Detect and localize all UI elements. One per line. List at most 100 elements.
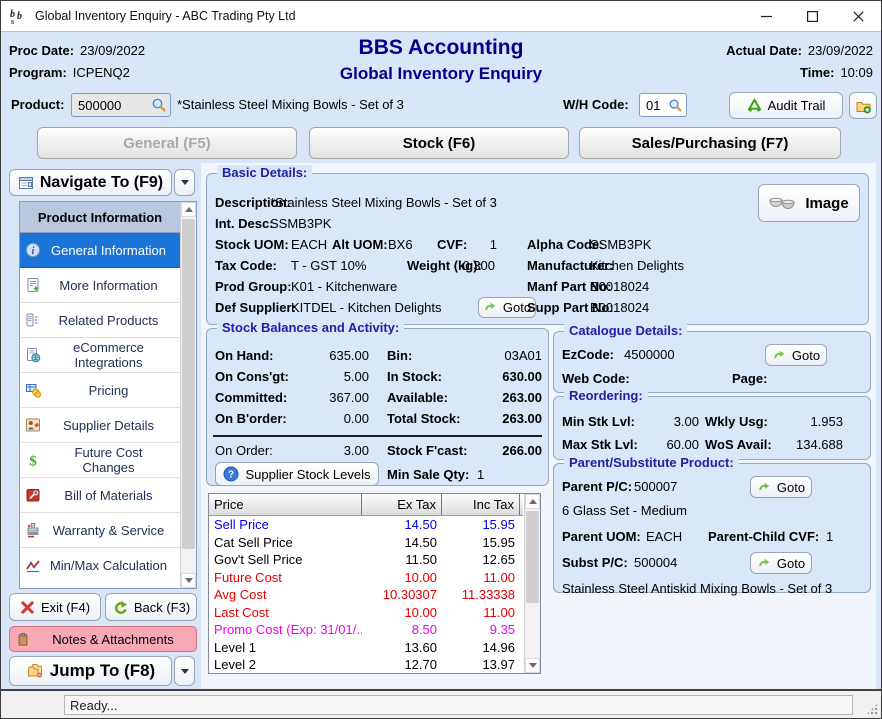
supplier-stock-levels-button[interactable]: ? Supplier Stock Levels bbox=[215, 462, 379, 486]
price-row[interactable]: Level 113.6014.96 bbox=[209, 639, 523, 657]
stamp-icon bbox=[25, 522, 41, 538]
sidebar-item-bill-of-materials[interactable]: Bill of Materials bbox=[20, 478, 180, 513]
sidebar-item-ecommerce-integrations[interactable]: eCommerce Integrations bbox=[20, 338, 180, 373]
price-table-scrollbar[interactable] bbox=[524, 494, 540, 673]
document-plus-icon bbox=[25, 277, 41, 293]
price-row[interactable]: Level 212.7013.97 bbox=[209, 656, 523, 674]
price-row[interactable]: Last Cost10.0011.00 bbox=[209, 604, 523, 622]
title-bar: b b s Global Inventory Enquiry - ABC Tra… bbox=[1, 1, 881, 32]
close-button[interactable] bbox=[835, 1, 881, 31]
nav-list-scrollbar[interactable] bbox=[180, 202, 196, 588]
sidebar-item-related-products[interactable]: Related Products bbox=[20, 303, 180, 338]
parent-uom-value: EACH bbox=[646, 529, 682, 544]
price-row[interactable]: Level 311.8012.98 bbox=[209, 674, 523, 675]
folders-icon bbox=[26, 663, 44, 679]
svg-text:?: ? bbox=[228, 470, 234, 481]
sidebar-item-pricing[interactable]: Pricing bbox=[20, 373, 180, 408]
price-row[interactable]: Promo Cost (Exp: 31/01/...8.509.35 bbox=[209, 621, 523, 639]
sidebar-item-min-max-calculation[interactable]: Min/Max Calculation bbox=[20, 548, 180, 583]
prod-group-label: Prod Group: bbox=[215, 279, 292, 294]
price-row-label: Promo Cost (Exp: 31/01/... bbox=[209, 622, 362, 637]
price-row[interactable]: Cat Sell Price14.5015.95 bbox=[209, 534, 523, 552]
back-button[interactable]: Back (F3) bbox=[105, 593, 197, 621]
exit-button[interactable]: Exit (F4) bbox=[9, 593, 101, 621]
product-description: *Stainless Steel Mixing Bowls - Set of 3 bbox=[177, 97, 404, 112]
scroll-up-icon[interactable] bbox=[181, 202, 196, 217]
scroll-down-icon[interactable] bbox=[181, 573, 196, 588]
parent-uom-label: Parent UOM: bbox=[562, 529, 641, 544]
navigate-dropdown-button[interactable] bbox=[174, 169, 195, 196]
tab-sales-label: Sales/Purchasing (F7) bbox=[632, 135, 789, 152]
notes-attachments-button[interactable]: Notes & Attachments bbox=[9, 626, 197, 652]
tab-general[interactable]: General (F5) bbox=[37, 127, 297, 159]
sidebar-item-label: Bill of Materials bbox=[47, 488, 180, 503]
wh-code-input[interactable]: 01 bbox=[639, 93, 687, 117]
price-row-label: Cat Sell Price bbox=[209, 535, 362, 550]
actual-date-label: Actual Date: bbox=[726, 43, 802, 58]
web-code-label: Web Code: bbox=[562, 371, 630, 386]
search-icon[interactable] bbox=[151, 97, 167, 113]
image-button[interactable]: Image bbox=[758, 184, 860, 222]
sidebar-item-future-cost-changes[interactable]: $ Future Cost Changes bbox=[20, 443, 180, 478]
col-price[interactable]: Price bbox=[209, 494, 362, 515]
jump-to-button[interactable]: Jump To (F8) bbox=[9, 656, 172, 686]
related-list-icon bbox=[25, 312, 41, 328]
image-label: Image bbox=[805, 195, 848, 212]
max-stk-value: 60.00 bbox=[640, 437, 699, 452]
goto-parent-button[interactable]: Goto bbox=[750, 476, 812, 498]
svg-text:s: s bbox=[11, 17, 14, 25]
back-label: Back (F3) bbox=[134, 600, 190, 615]
goto-substitute-button[interactable]: Goto bbox=[750, 552, 812, 574]
scroll-down-icon[interactable] bbox=[525, 658, 540, 673]
goto-catalogue-button[interactable]: Goto bbox=[765, 344, 827, 366]
new-folder-button[interactable] bbox=[849, 92, 877, 119]
tab-sales-purchasing[interactable]: Sales/Purchasing (F7) bbox=[579, 127, 841, 159]
price-row[interactable]: Future Cost10.0011.00 bbox=[209, 569, 523, 587]
ezcode-label: EzCode: bbox=[562, 347, 614, 362]
in-stock-label: In Stock: bbox=[387, 369, 442, 384]
sidebar-item-general-information[interactable]: i General Information bbox=[20, 233, 180, 268]
bin-label: Bin: bbox=[387, 348, 412, 363]
price-row[interactable]: Gov't Sell Price11.5012.65 bbox=[209, 551, 523, 569]
price-row-label: Avg Cost bbox=[209, 587, 362, 602]
sidebar-item-more-information[interactable]: More Information bbox=[20, 268, 180, 303]
price-row[interactable]: Avg Cost10.3030711.33338 bbox=[209, 586, 523, 604]
scroll-up-icon[interactable] bbox=[525, 494, 540, 509]
col-ex-tax[interactable]: Ex Tax bbox=[362, 494, 442, 515]
col-inc-tax[interactable]: Inc Tax bbox=[442, 494, 520, 515]
audit-trail-button[interactable]: Audit Trail bbox=[729, 92, 843, 119]
minimize-icon bbox=[761, 11, 772, 22]
sidebar-item-warranty-service[interactable]: Warranty & Service bbox=[20, 513, 180, 548]
price-row-inc-tax: 15.95 bbox=[442, 517, 520, 532]
in-stock-value: 630.00 bbox=[435, 369, 542, 384]
price-table-rows: Sell Price14.5015.95Cat Sell Price14.501… bbox=[209, 516, 540, 674]
price-row-ex-tax: 10.00 bbox=[362, 605, 442, 620]
stock-balances-group: Stock Balances and Activity: On Hand:635… bbox=[206, 328, 549, 486]
navigate-to-button[interactable]: Navigate To (F9) bbox=[9, 169, 172, 196]
total-stock-value: 263.00 bbox=[435, 411, 542, 426]
body: Navigate To (F9) Product Information i G… bbox=[1, 163, 881, 689]
maximize-button[interactable] bbox=[789, 1, 835, 31]
alt-uom-value: BX6 bbox=[388, 237, 413, 252]
recycle-icon bbox=[747, 98, 762, 113]
alt-uom-label: Alt UOM: bbox=[332, 237, 388, 252]
divider bbox=[213, 435, 542, 437]
scroll-thumb[interactable] bbox=[182, 219, 195, 549]
tab-stock[interactable]: Stock (F6) bbox=[309, 127, 569, 159]
product-code-input[interactable]: 500000 bbox=[71, 93, 171, 117]
sidebar-item-supplier-details[interactable]: Supplier Details bbox=[20, 408, 180, 443]
parent-description: 6 Glass Set - Medium bbox=[562, 503, 687, 518]
parent-pc-label: Parent P/C: bbox=[562, 479, 632, 494]
price-row[interactable]: Sell Price14.5015.95 bbox=[209, 516, 523, 534]
basic-details-group: Basic Details: Description: *Stainless S… bbox=[206, 173, 869, 325]
sidebar-item-label: General Information bbox=[47, 243, 180, 258]
manf-part-value: B0018024 bbox=[590, 279, 649, 294]
price-row-ex-tax: 14.50 bbox=[362, 517, 442, 532]
reordering-group: Reordering: Min Stk Lvl: 3.00 Wkly Usg: … bbox=[553, 396, 871, 460]
price-row-inc-tax: 14.96 bbox=[442, 640, 520, 655]
resize-grip[interactable] bbox=[866, 703, 878, 715]
search-icon[interactable] bbox=[668, 98, 683, 113]
minimize-button[interactable] bbox=[743, 1, 789, 31]
scroll-thumb[interactable] bbox=[526, 511, 539, 603]
jump-dropdown-button[interactable] bbox=[174, 656, 195, 686]
